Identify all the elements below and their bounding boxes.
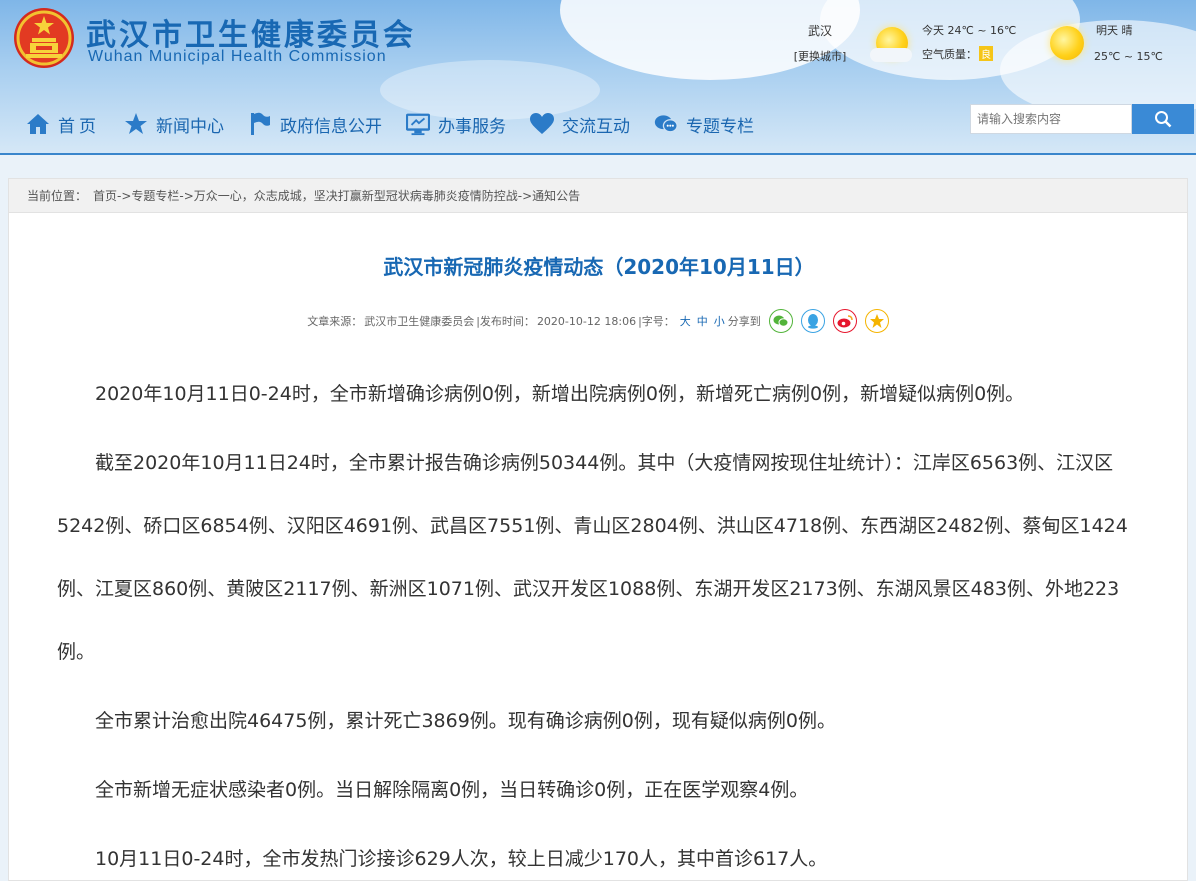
weather-tomorrow: 明天 晴 [1096, 24, 1133, 37]
site-header: 武汉市卫生健康委员会 Wuhan Municipal Health Commis… [0, 0, 1196, 155]
nav-item-topics[interactable]: 专题专栏 [654, 112, 754, 137]
share-weibo-button[interactable] [832, 309, 857, 333]
weather-today: 今天 24℃ ~ 16℃ [922, 24, 1017, 37]
nav-label: 专题专栏 [686, 116, 754, 137]
nav-item-home[interactable]: 首页 [26, 112, 100, 137]
search-icon [1155, 111, 1172, 128]
wechat-icon [773, 315, 789, 327]
article-paragraph: 全市累计治愈出院46475例，累计死亡3869例。现有确诊病例0例，现有疑似病例… [95, 710, 836, 732]
article-title: 武汉市新冠肺炎疫情动态（2020年10月11日） [383, 255, 815, 279]
nav-item-news[interactable]: 新闻中心 [124, 112, 224, 137]
nav-item-services[interactable]: 办事服务 [406, 112, 506, 137]
search-button[interactable] [1132, 104, 1194, 134]
weather-tomorrow-temp: 25℃ ~ 15℃ [1094, 50, 1163, 63]
font-size-label: |字号： [638, 315, 675, 328]
search-input[interactable] [970, 104, 1132, 134]
nav-item-interaction[interactable]: 交流互动 [530, 112, 630, 137]
chat-icon [654, 112, 678, 136]
heart-icon [530, 112, 554, 136]
article-body: 2020年10月11日0-24时，全市新增确诊病例0例，新增出院病例0例，新增死… [57, 363, 1147, 881]
air-quality-label: 空气质量： [922, 48, 977, 61]
breadcrumb-path[interactable]: 首页->专题专栏->万众一心，众志成城，坚决打赢新型冠状病毒肺炎疫情防控战->通… [93, 189, 580, 203]
share-wechat-button[interactable] [768, 309, 793, 333]
font-size-small[interactable]: 小 [714, 313, 725, 329]
nav-item-gov-info[interactable]: 政府信息公开 [248, 112, 382, 137]
share-qq-button[interactable] [800, 309, 825, 333]
flag-icon [248, 112, 272, 136]
article-paragraph: 全市新增无症状感染者0例。当日解除隔离0例，当日转确诊0例，正在医学观察4例。 [95, 779, 809, 801]
site-subtitle: Wuhan Municipal Health Commission [88, 48, 387, 65]
change-city-link[interactable]: [更换城市] [788, 48, 852, 64]
cloud-decoration [560, 0, 860, 80]
source-label: 文章来源： [307, 315, 363, 328]
nav-label: 交流互动 [562, 116, 630, 137]
publish-label: |发布时间： [476, 315, 535, 328]
nav-label: 首页 [58, 116, 100, 137]
article-paragraph: 截至2020年10月11日24时，全市累计报告确诊病例50344例。其中（大疫情… [57, 452, 1128, 663]
nav-label: 办事服务 [438, 116, 506, 137]
article-paragraph: 10月11日0-24时，全市发热门诊接诊629人次，较上日减少170人，其中首诊… [95, 848, 828, 870]
header-divider [0, 153, 1196, 155]
qq-icon [807, 314, 818, 329]
star-icon [124, 112, 148, 136]
font-size-large[interactable]: 大 [680, 313, 691, 329]
air-quality-badge: 良 [979, 46, 993, 61]
qzone-icon [869, 314, 884, 328]
home-icon [26, 112, 50, 136]
source-value: 武汉市卫生健康委员会 [364, 315, 475, 328]
weather-city: 武汉 [807, 24, 832, 38]
main-nav: 首页 新闻中心 政府信息公开 办事服务 交流互动 专题专栏 [26, 108, 778, 140]
share-qzone-button[interactable] [864, 309, 889, 333]
sun-icon [1050, 26, 1084, 60]
font-size-medium[interactable]: 中 [697, 313, 708, 329]
article: 武汉市新冠肺炎疫情动态（2020年10月11日） 文章来源： 武汉市卫生健康委员… [8, 212, 1188, 881]
weibo-icon [837, 315, 853, 328]
article-meta: 文章来源： 武汉市卫生健康委员会 |发布时间： 2020-10-12 18:06… [9, 309, 1189, 333]
breadcrumb: 当前位置： 首页->专题专栏->万众一心，众志成城，坚决打赢新型冠状病毒肺炎疫情防… [8, 178, 1188, 212]
air-quality: 空气质量：良 [922, 46, 993, 62]
nav-label: 新闻中心 [156, 116, 224, 137]
breadcrumb-caption: 当前位置： [27, 189, 88, 203]
monitor-icon [406, 112, 430, 136]
national-emblem-icon [14, 8, 74, 68]
cloud-icon [870, 48, 912, 62]
article-paragraph: 2020年10月11日0-24时，全市新增确诊病例0例，新增出院病例0例，新增死… [95, 383, 1025, 405]
share-label: 分享到 [727, 315, 761, 328]
publish-time: 2020-10-12 18:06 [536, 314, 637, 328]
nav-label: 政府信息公开 [280, 116, 382, 137]
